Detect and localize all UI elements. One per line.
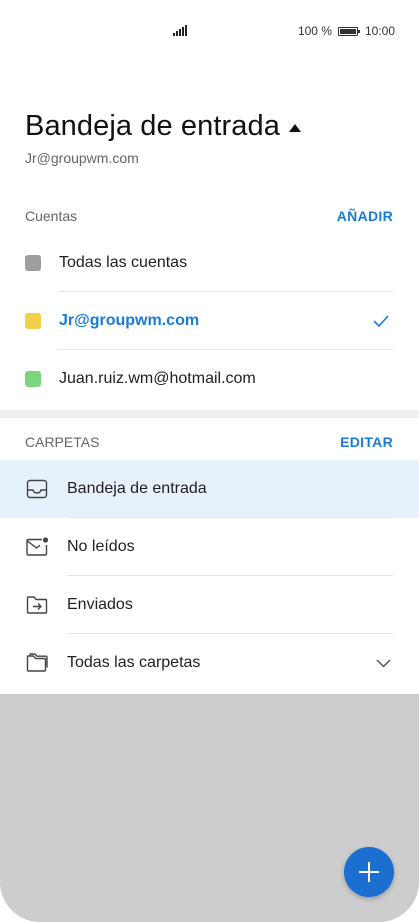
folder-item-inbox[interactable]: Bandeja de entrada bbox=[0, 460, 419, 518]
account-color-swatch bbox=[25, 313, 41, 329]
edit-folders-button[interactable]: EDITAR bbox=[340, 434, 393, 450]
folder-label: Bandeja de entrada bbox=[67, 480, 207, 497]
header: Bandeja de entrada Jr@groupwm.com bbox=[0, 62, 419, 184]
accounts-section-header: Cuentas AÑADIR bbox=[0, 196, 419, 236]
account-label: Juan.ruiz.wm@hotmail.com bbox=[59, 370, 256, 387]
add-account-button[interactable]: AÑADIR bbox=[337, 208, 393, 224]
folder-item-unread[interactable]: No leídos bbox=[0, 518, 419, 576]
inbox-icon bbox=[26, 479, 48, 499]
folder-item-all-folders[interactable]: Todas las carpetas bbox=[0, 634, 419, 692]
battery-percent: 100 % bbox=[297, 24, 332, 38]
sent-folder-icon bbox=[26, 596, 48, 614]
checkmark-icon bbox=[373, 315, 389, 327]
caret-up-icon bbox=[288, 123, 301, 132]
folder-label: Todas las carpetas bbox=[67, 654, 201, 671]
folder-label: No leídos bbox=[67, 538, 135, 555]
signal-icon bbox=[173, 25, 187, 36]
account-label: Todas las cuentas bbox=[59, 254, 188, 271]
mailbox-switcher[interactable]: Bandeja de entrada bbox=[25, 110, 301, 143]
account-label: Jr@groupwm.com bbox=[59, 312, 200, 329]
folders-icon bbox=[26, 653, 48, 672]
account-item-groupwm[interactable]: Jr@groupwm.com bbox=[0, 292, 419, 350]
account-color-swatch bbox=[25, 371, 41, 387]
account-subtitle: Jr@groupwm.com bbox=[25, 150, 139, 166]
battery-icon bbox=[337, 26, 360, 36]
unread-mail-icon bbox=[26, 537, 49, 556]
page-title: Bandeja de entrada bbox=[25, 110, 280, 142]
section-separator bbox=[0, 410, 419, 418]
account-item-all[interactable]: Todas las cuentas bbox=[0, 234, 419, 292]
folder-item-sent[interactable]: Enviados bbox=[0, 576, 419, 634]
folder-label: Enviados bbox=[67, 596, 133, 613]
mailbox-panel: Cuentas AÑADIR Todas las cuentas Jr@grou… bbox=[0, 184, 419, 694]
status-right: 100 % 10:00 bbox=[298, 24, 395, 38]
folders-label: CARPETAS bbox=[25, 434, 100, 450]
folders-section-header: CARPETAS EDITAR bbox=[0, 422, 419, 462]
chevron-down-icon[interactable] bbox=[376, 658, 391, 668]
account-item-hotmail[interactable]: Juan.ruiz.wm@hotmail.com bbox=[0, 350, 419, 408]
status-bar: 100 % 10:00 bbox=[0, 0, 419, 62]
account-color-swatch bbox=[25, 255, 41, 271]
clock: 10:00 bbox=[364, 24, 395, 38]
compose-button[interactable] bbox=[344, 847, 394, 897]
plus-icon bbox=[359, 862, 379, 882]
accounts-label: Cuentas bbox=[25, 208, 78, 224]
